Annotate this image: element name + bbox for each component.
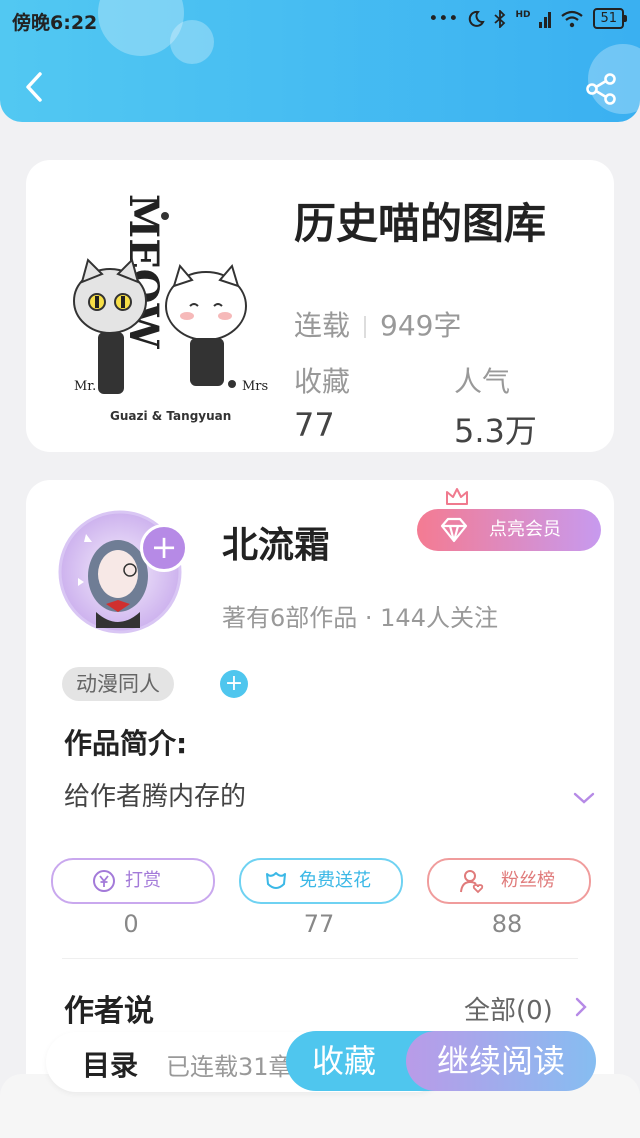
tip-button[interactable]: 打赏: [51, 858, 215, 904]
book-cover-image[interactable]: MEOW Mr. Mrs Guazi & Tangyuan: [70, 186, 270, 430]
chevron-down-icon[interactable]: [572, 790, 596, 806]
fan-rank-count: 88: [491, 910, 523, 938]
serial-status: 连载: [294, 309, 351, 342]
follow-plus-button[interactable]: +: [140, 524, 188, 572]
vip-button-label: 点亮会员: [489, 519, 561, 540]
flower-icon: [266, 872, 286, 889]
popularity-value: 5.3万: [454, 412, 537, 450]
send-flower-button[interactable]: 免费送花: [239, 858, 403, 904]
genre-tag[interactable]: 动漫同人: [62, 667, 174, 701]
status-time: 傍晚6:22: [12, 12, 98, 34]
svg-text:Guazi & Tangyuan: Guazi & Tangyuan: [110, 409, 231, 423]
more-dots-icon: •••: [428, 8, 459, 29]
diamond-icon: [440, 517, 468, 543]
tip-count: 0: [123, 910, 139, 938]
battery-indicator: 51: [593, 8, 627, 29]
chevron-right-icon[interactable]: [574, 996, 588, 1018]
status-icons: ••• HD 51: [428, 8, 627, 29]
favorites-label: 收藏: [294, 365, 351, 398]
decor-bubble-small: [170, 20, 214, 64]
fan-rank-icon: [460, 870, 484, 894]
signal-icon: [539, 11, 552, 28]
author-meta: 著有6部作品 · 144人关注: [222, 604, 498, 632]
flower-count: 77: [303, 910, 335, 938]
wifi-icon: [561, 10, 584, 27]
status-divider: [364, 316, 367, 338]
toc-label: 目录: [82, 1049, 139, 1082]
popularity-label: 人气: [454, 365, 511, 398]
share-icon[interactable]: [584, 72, 618, 106]
intro-text: 给作者腾内存的: [64, 782, 247, 812]
send-flower-label: 免费送花: [299, 870, 371, 891]
author-says-label: 作者说: [64, 994, 154, 1029]
crown-icon: [446, 488, 468, 505]
add-tag-button[interactable]: +: [220, 670, 248, 698]
signal-hd: HD: [515, 9, 531, 20]
moon-icon: [469, 10, 486, 27]
favorites-value: 77: [294, 406, 335, 444]
vip-button[interactable]: 点亮会员: [417, 509, 601, 551]
favorite-label: 收藏: [312, 1042, 377, 1080]
svg-text:Mr.: Mr.: [74, 379, 96, 394]
yuan-icon: [93, 870, 115, 892]
author-says-all-link[interactable]: 全部(0): [464, 990, 553, 1027]
top-header: 傍晚6:22 ••• HD 51: [0, 0, 640, 122]
intro-label: 作品简介:: [64, 727, 188, 760]
book-title: 历史喵的图库: [294, 199, 547, 248]
book-info-card: MEOW Mr. Mrs Guazi & Tangyuan 历史喵的图库 连载 9…: [26, 160, 614, 452]
fan-rank-label: 粉丝榜: [501, 870, 555, 891]
back-chevron-icon[interactable]: [18, 68, 52, 106]
bluetooth-icon: [494, 9, 506, 28]
tip-label: 打赏: [125, 870, 161, 891]
author-name[interactable]: 北流霜: [222, 516, 330, 568]
toc-status: 已连载31章: [166, 1053, 293, 1081]
section-divider: [62, 958, 578, 959]
book-status-line: 连载 949字: [294, 304, 461, 344]
svg-text:Mrs: Mrs: [242, 379, 268, 394]
continue-reading-button[interactable]: 继续阅读: [406, 1031, 596, 1091]
fan-rank-button[interactable]: 粉丝榜: [427, 858, 591, 904]
author-card: + 北流霜 点亮会员 著有6部作品 · 144人关注 动漫同人 + 作品简介: …: [26, 480, 614, 1120]
word-count: 949字: [380, 309, 462, 342]
